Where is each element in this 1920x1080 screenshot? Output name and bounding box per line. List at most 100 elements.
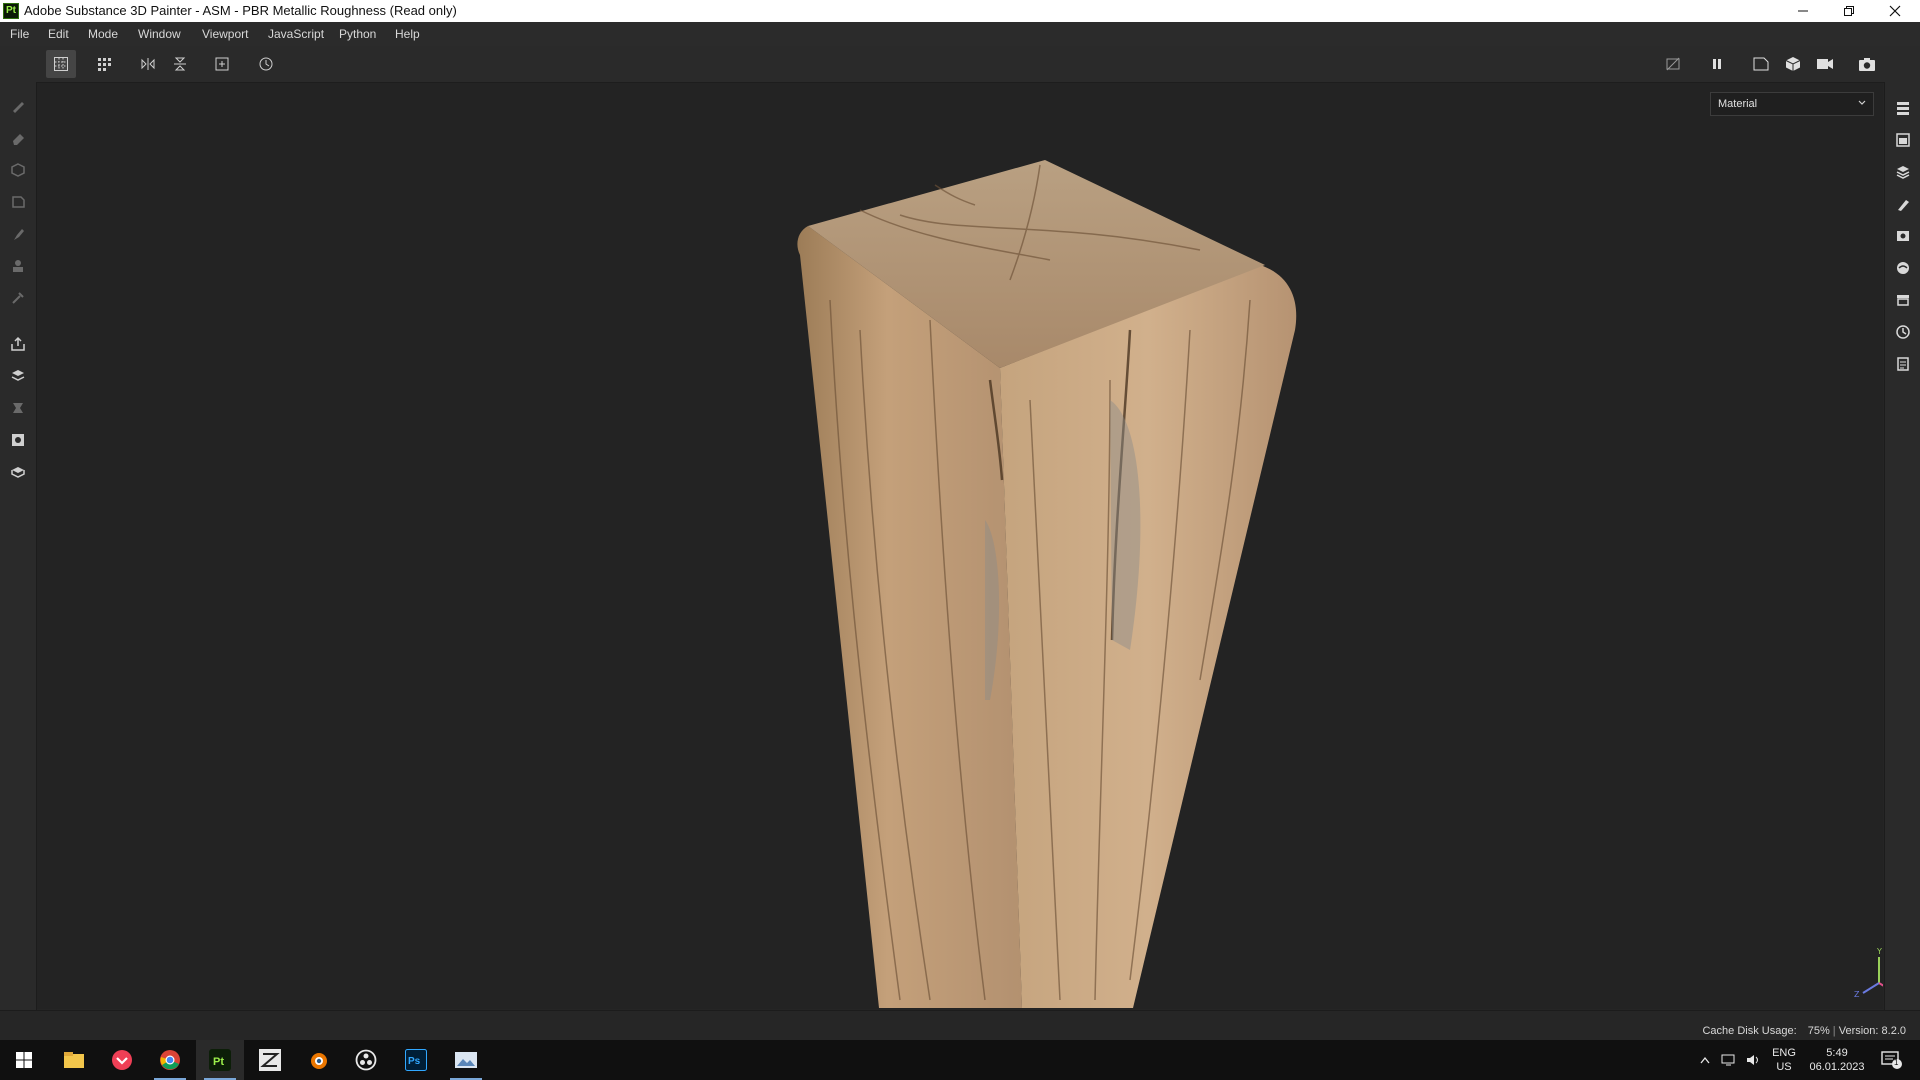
bake-icon bbox=[11, 370, 25, 381]
screenshot-button[interactable] bbox=[1852, 50, 1882, 78]
tray-overflow[interactable] bbox=[1694, 1040, 1716, 1080]
smudge-tool[interactable] bbox=[6, 222, 30, 246]
bake-tool[interactable] bbox=[6, 364, 30, 388]
menu-javascript[interactable]: JavaScript bbox=[268, 27, 324, 41]
environment-icon bbox=[1897, 262, 1909, 274]
network-icon bbox=[1721, 1054, 1735, 1066]
close-button[interactable] bbox=[1872, 0, 1918, 22]
menu-bar: File Edit Mode Window Viewport JavaScrip… bbox=[0, 22, 1920, 46]
cube-view-icon bbox=[1785, 57, 1801, 71]
cache-status: Cache Disk Usage: 75% | Version: 8.2.0 bbox=[1702, 1025, 1906, 1037]
brush-icon bbox=[13, 102, 24, 113]
display-settings-button[interactable] bbox=[1891, 224, 1915, 248]
cache-value: 75% bbox=[1807, 1025, 1830, 1037]
taskbar-explorer[interactable] bbox=[50, 1040, 98, 1080]
minimize-button[interactable] bbox=[1780, 0, 1826, 22]
pause-button[interactable] bbox=[1702, 50, 1732, 78]
grid-dots-button[interactable] bbox=[90, 50, 120, 78]
start-button[interactable] bbox=[0, 1040, 48, 1080]
layers-panel-button[interactable] bbox=[1891, 96, 1915, 120]
projection-tool[interactable] bbox=[6, 158, 30, 182]
texture-set-list-button[interactable] bbox=[1891, 128, 1915, 152]
menu-help[interactable]: Help bbox=[395, 27, 420, 41]
menu-file[interactable]: File bbox=[10, 27, 29, 41]
menu-python[interactable]: Python bbox=[339, 27, 376, 41]
view-single-icon bbox=[1753, 57, 1769, 71]
tray-clock[interactable]: 5:49 06.01.2023 bbox=[1804, 1040, 1870, 1080]
chevron-up-icon bbox=[1700, 1056, 1710, 1064]
mirror-horizontal-button[interactable] bbox=[133, 50, 163, 78]
lang-bottom: US bbox=[1776, 1061, 1792, 1073]
notification-count: 1 bbox=[1894, 1058, 1899, 1067]
projection-icon bbox=[11, 163, 25, 177]
clock-time: 5:49 bbox=[1826, 1047, 1848, 1059]
polygon-fill-tool[interactable] bbox=[6, 190, 30, 214]
windows-start-icon bbox=[16, 1052, 32, 1068]
taskbar-obs[interactable] bbox=[342, 1040, 390, 1080]
taskbar-chrome[interactable] bbox=[146, 1040, 194, 1080]
app-icon: Pt bbox=[3, 3, 19, 19]
color-picker-icon bbox=[12, 292, 24, 304]
view-single-button[interactable] bbox=[1746, 50, 1776, 78]
grid-symmetry-icon bbox=[54, 57, 68, 71]
tray-language[interactable]: ENG US bbox=[1766, 1040, 1802, 1080]
texture-set-list-icon bbox=[1896, 133, 1910, 147]
viewport-mode-select[interactable]: Material bbox=[1710, 92, 1874, 116]
windows-taskbar: Pt Ps ENG US 5:49 06.01.2023 1 bbox=[0, 1040, 1920, 1080]
shelf-button[interactable] bbox=[1891, 288, 1915, 312]
substance-painter-icon: Pt bbox=[209, 1049, 231, 1071]
menu-window[interactable]: Window bbox=[138, 27, 181, 41]
geometry-mask-tool[interactable] bbox=[6, 396, 30, 420]
hide-button[interactable] bbox=[1658, 50, 1688, 78]
chrome-icon bbox=[160, 1050, 180, 1070]
gizmo-z-label: Z bbox=[1854, 990, 1860, 999]
taskbar-image-viewer[interactable] bbox=[442, 1040, 490, 1080]
history-button[interactable] bbox=[251, 50, 281, 78]
camera-button[interactable] bbox=[1810, 50, 1840, 78]
taskbar-zbrush[interactable] bbox=[246, 1040, 294, 1080]
history-panel-icon bbox=[1896, 325, 1910, 339]
polygon-fill-icon bbox=[12, 196, 25, 208]
cache-label: Cache Disk Usage: bbox=[1702, 1025, 1797, 1037]
tray-volume[interactable] bbox=[1742, 1040, 1764, 1080]
tray-notifications[interactable]: 1 bbox=[1872, 1040, 1912, 1080]
geometry-mask-icon bbox=[13, 403, 23, 413]
mirror-vertical-button[interactable] bbox=[165, 50, 195, 78]
symmetry-grid-button[interactable] bbox=[46, 50, 76, 78]
export-tool[interactable] bbox=[6, 332, 30, 356]
eraser-icon bbox=[13, 134, 24, 145]
tray-network[interactable] bbox=[1718, 1040, 1740, 1080]
restore-button[interactable] bbox=[1826, 0, 1872, 22]
lang-top: ENG bbox=[1772, 1047, 1796, 1059]
brush-settings-button[interactable] bbox=[1891, 192, 1915, 216]
taskbar-photoshop[interactable]: Ps bbox=[392, 1040, 440, 1080]
taskbar-substance-painter[interactable]: Pt bbox=[196, 1040, 244, 1080]
add-frame-button[interactable] bbox=[207, 50, 237, 78]
menu-viewport[interactable]: Viewport bbox=[202, 27, 248, 41]
history-panel-button[interactable] bbox=[1891, 320, 1915, 344]
restore-icon bbox=[1844, 6, 1854, 16]
right-dock-strip bbox=[1884, 82, 1920, 1012]
menu-mode[interactable]: Mode bbox=[88, 27, 118, 41]
eraser-tool[interactable] bbox=[6, 126, 30, 150]
paint-tool[interactable] bbox=[6, 94, 30, 118]
minimize-icon bbox=[1798, 10, 1808, 12]
photoshop-icon: Ps bbox=[405, 1049, 427, 1071]
properties-tool[interactable] bbox=[6, 428, 30, 452]
clone-tool[interactable] bbox=[6, 254, 30, 278]
color-picker-tool[interactable] bbox=[6, 286, 30, 310]
taskbar-blender[interactable] bbox=[294, 1040, 342, 1080]
menu-edit[interactable]: Edit bbox=[48, 27, 69, 41]
image-viewer-icon bbox=[455, 1052, 477, 1068]
log-button[interactable] bbox=[1891, 352, 1915, 376]
mirror-vertical-icon bbox=[174, 57, 186, 71]
texture-set-tool[interactable] bbox=[6, 460, 30, 484]
stack-panel-button[interactable] bbox=[1891, 160, 1915, 184]
add-frame-icon bbox=[215, 57, 229, 71]
smudge-icon bbox=[14, 229, 24, 240]
3d-viewport[interactable]: Y Z X bbox=[37, 83, 1883, 1009]
taskbar-pocket[interactable] bbox=[98, 1040, 146, 1080]
cube-view-button[interactable] bbox=[1778, 50, 1808, 78]
environment-button[interactable] bbox=[1891, 256, 1915, 280]
viewport-mode-value: Material bbox=[1718, 98, 1758, 110]
